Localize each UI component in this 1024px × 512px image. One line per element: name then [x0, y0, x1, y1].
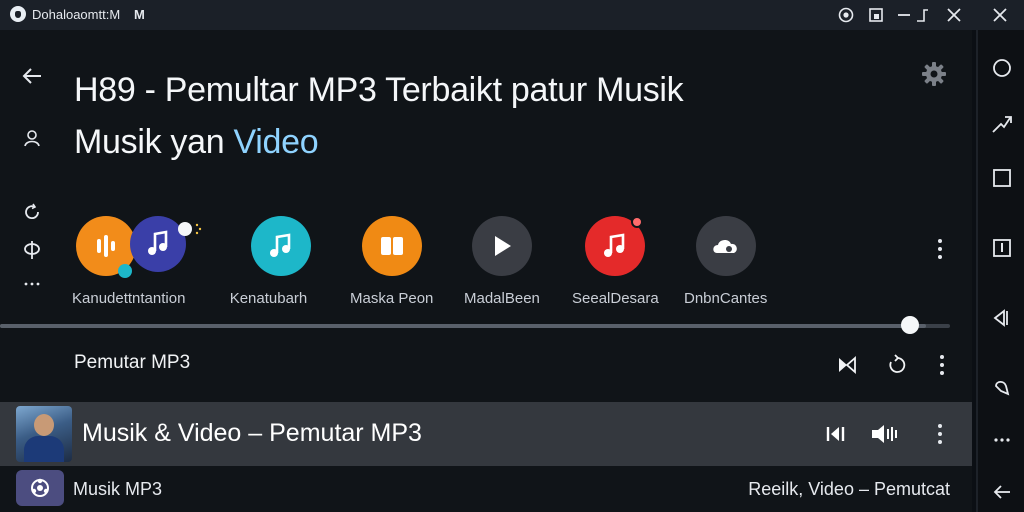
mini-player-bar[interactable]: Musik MP3 Reeilk, Video – Pemutcat	[0, 466, 972, 512]
cast-icon[interactable]	[834, 352, 860, 378]
app-label: Maska Peon	[350, 290, 434, 307]
album-art-body	[24, 436, 64, 462]
trending-icon[interactable]	[990, 112, 1014, 136]
smiley-icon[interactable]	[834, 3, 858, 27]
maximize-icon[interactable]	[910, 3, 934, 27]
close-icon[interactable]	[942, 3, 966, 27]
more-horizontal-icon[interactable]	[990, 428, 1014, 452]
main-panel: H89 - Pemultar MP3 Terbaikt patur Musik …	[0, 30, 972, 512]
app-seealdesara[interactable]: SeealDesara	[572, 216, 659, 307]
app-label: Kenatubarh	[229, 290, 308, 307]
app-kenatubarh[interactable]: Kenatubarh	[226, 216, 311, 307]
square-icon[interactable]	[990, 166, 1014, 190]
title-bar: Dohaloaomtt:M M	[0, 0, 1024, 30]
phi-icon[interactable]	[18, 236, 46, 264]
app-icon-group	[74, 216, 202, 278]
cloud-icon	[695, 216, 756, 276]
back-arrow-icon[interactable]	[18, 62, 46, 90]
app-dnbncantes[interactable]: DnbnCantes	[684, 216, 767, 307]
skip-icon[interactable]	[822, 420, 850, 448]
window-title-extra: M	[134, 7, 145, 22]
play-icon	[471, 216, 532, 276]
window-title: Dohaloaomtt:M	[32, 7, 121, 22]
album-art	[16, 406, 72, 462]
flower-icon	[16, 470, 64, 506]
more-vertical-icon[interactable]	[930, 421, 950, 447]
app-madalbeen[interactable]: MadalBeen	[464, 216, 540, 307]
page-title-accent: Video	[233, 123, 319, 161]
book-icon	[361, 216, 422, 276]
progress-knob[interactable]	[901, 316, 919, 334]
more-vertical-icon[interactable]	[930, 236, 950, 262]
gear-icon[interactable]	[918, 58, 950, 90]
app-kanudettntantion[interactable]: Kanudettntantion	[72, 216, 202, 307]
app-maska-peon[interactable]: Maska Peon	[350, 216, 433, 307]
pointer-icon[interactable]	[990, 376, 1014, 400]
mini-player-subtitle: Reeilk, Video – Pemutcat	[748, 479, 950, 499]
panel-icon[interactable]	[990, 236, 1014, 260]
app-label: MadalBeen	[464, 290, 540, 307]
mini-player-label: Musik MP3	[73, 479, 163, 499]
app-label: DnbnCantes	[684, 290, 768, 307]
refresh-icon[interactable]	[18, 198, 46, 226]
now-playing-row[interactable]: Musik & Video – Pemutar MP3	[0, 402, 972, 466]
progress-fill	[0, 324, 926, 328]
rewind-icon[interactable]	[990, 306, 1014, 330]
app-label: SeealDesara	[572, 290, 659, 307]
badge-icon	[118, 264, 132, 278]
user-icon[interactable]	[18, 124, 46, 152]
app-icon-wrap	[251, 216, 311, 276]
album-art-head	[34, 414, 54, 436]
picture-in-picture-icon[interactable]	[864, 3, 888, 27]
page-title-line2-text: Musik yan	[74, 123, 234, 161]
progress-slider[interactable]	[0, 324, 950, 328]
home-circle-icon[interactable]	[990, 56, 1014, 80]
shield-icon	[10, 6, 26, 22]
page-title: H89 - Pemultar MP3 Terbaikt patur Musik …	[74, 64, 834, 168]
page-title-line2: Musik yan Video	[74, 116, 834, 168]
page-title-line1: H89 - Pemultar MP3 Terbaikt patur Musik	[74, 71, 684, 109]
back-arrow-icon[interactable]	[990, 480, 1014, 504]
dot-icon	[178, 222, 192, 236]
sparkle-icon	[194, 222, 202, 235]
app-label: Kanudettntantion	[72, 290, 186, 307]
section-title: Pemutar MP3	[74, 352, 191, 373]
repeat-icon[interactable]	[884, 352, 910, 378]
side-nav	[976, 30, 1024, 512]
more-vertical-icon[interactable]	[932, 352, 952, 378]
more-horizontal-icon[interactable]	[18, 270, 46, 298]
music-note-icon	[585, 216, 646, 276]
now-playing-title: Musik & Video – Pemutar MP3	[82, 419, 422, 447]
music-note-icon	[130, 216, 186, 272]
notification-dot	[631, 216, 644, 228]
close-icon[interactable]	[988, 3, 1012, 27]
volume-icon[interactable]	[870, 420, 898, 448]
music-note-icon	[251, 216, 311, 276]
